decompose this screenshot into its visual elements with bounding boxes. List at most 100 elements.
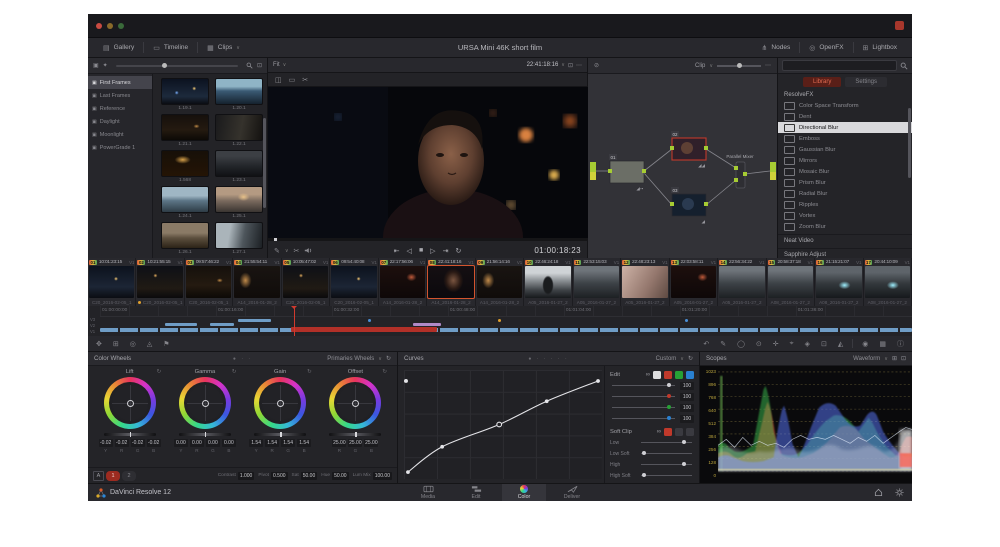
openfx-item[interactable]: Dent [778,111,912,122]
viewer-scrub-bar[interactable] [268,238,587,241]
clip-thumbnail[interactable] [477,266,522,298]
curve-graph[interactable] [398,366,604,483]
auto-grade-icon[interactable]: ◬ [147,340,152,348]
clip-item[interactable]: 16 21:15:21:07 V1 A08_2016-01-27_2 [815,258,863,306]
wheel-ring[interactable] [329,377,381,429]
gallery-still[interactable]: 1.23.1 [212,150,266,183]
still-thumbnail[interactable] [161,78,209,105]
v2-clip-segment[interactable] [413,323,441,326]
pan-tool-icon[interactable]: ✥ [96,340,102,348]
tab-deliver[interactable]: Deliver [550,484,594,502]
wheel-value[interactable]: -0.02 [147,439,161,447]
curves-mode-dropdown[interactable]: Custom [656,356,677,362]
openfx-search-input[interactable] [782,60,897,71]
wheel-value[interactable]: 0.00 [206,439,220,447]
album-item[interactable]: ▣ Daylight [88,115,152,128]
gallery-toggle-button[interactable]: ▤ Gallery [94,38,143,57]
node-01[interactable]: ◢◦▪ [608,161,646,191]
album-item[interactable]: ▣ Last Frames [88,89,152,102]
clip-item[interactable]: 10 22:46:24:18 V1 A05_2016-01-27_2 [524,258,572,306]
clip-item[interactable]: 01 10:01:23:15 V1 C20_2016-02-05_1 [88,258,136,306]
openfx-section-label[interactable]: ResolveFX [778,89,912,100]
wheel-handle[interactable] [277,400,284,407]
clip-item[interactable]: 07 22:17:56:06 V1 A14_2016-01-28_2 [379,258,427,306]
timeline-filter-icon[interactable]: ◎ [130,340,136,348]
node-zoom-slider[interactable] [717,65,761,67]
clip-item[interactable]: 12 22:48:23:13 V1 A05_2016-01-27_2 [621,258,669,306]
openfx-toggle-button[interactable]: ◎ OpenFX [800,44,852,52]
clip-thumbnail[interactable] [622,266,667,298]
search-icon[interactable] [246,62,253,69]
gallery-scrollbar[interactable] [263,118,266,208]
grab-still-icon[interactable]: ⊞ [113,340,119,348]
node-input-bar[interactable] [590,162,596,172]
reset-icon[interactable]: ↻ [232,369,237,375]
wheel-value[interactable]: 25.00 [332,439,346,447]
wheel-value[interactable]: 0.00 [190,439,204,447]
channel-gain-slider[interactable] [612,396,675,397]
power-window-icon[interactable]: ◯ [737,340,745,348]
clip-thumbnail[interactable] [428,266,473,298]
play-icon[interactable]: ▷ [430,247,435,255]
album-item[interactable]: ▣ Reference [88,102,152,115]
album-item[interactable]: ▣ PowerGrade 1 [88,141,152,154]
curves-tool-icon[interactable]: ↶ [703,340,709,348]
softclip-slider[interactable] [641,475,692,476]
clip-item[interactable]: 13 22:03:58:11 V1 A05_2016-01-27_2 [670,258,718,306]
param-value[interactable]: 50.00 [332,472,349,480]
tab-settings[interactable]: Settings [845,77,887,87]
clip-item[interactable]: 03 09:57:46:22 V1 C20_2016-02-05_1 [185,258,233,306]
thumbnail-size-slider[interactable] [116,65,238,67]
memory-button[interactable]: 2 [122,471,136,481]
wheel-handle[interactable] [202,400,209,407]
openfx-item[interactable]: Radial Blur [778,188,912,199]
still-thumbnail[interactable] [215,78,263,105]
node-02-selected[interactable]: ◢◢ [670,138,708,168]
gallery-still[interactable]: 1.22.1 [212,114,266,147]
clip-thumbnail[interactable] [719,266,764,298]
tab-color[interactable]: Color [502,484,546,502]
clip-thumbnail[interactable] [816,266,861,298]
still-thumbnail[interactable] [215,222,263,249]
curve-svg[interactable] [404,370,602,479]
info-icon[interactable]: ⓘ [897,339,904,349]
openfx-item[interactable]: Emboss [778,133,912,144]
wheel-value[interactable]: 0.00 [174,439,188,447]
clip-thumbnail[interactable] [865,266,910,298]
memory-button[interactable]: A [93,471,104,481]
channel-gain-slider[interactable] [612,407,675,408]
openfx-section-label[interactable]: Neat Video [778,234,912,246]
still-thumbnail[interactable] [215,150,263,177]
still-thumbnail[interactable] [215,114,263,141]
gallery-still[interactable]: 1.21.1 [158,114,212,147]
clip-thumbnail[interactable] [574,266,619,298]
clip-thumbnail[interactable] [768,266,813,298]
softclip-slider[interactable] [641,453,692,454]
gallery-still[interactable]: 1.20.1 [212,78,266,111]
wheel-value[interactable]: 25.00 [348,439,362,447]
clip-item[interactable]: 15 20:58:37:18 V1 A08_2016-01-27_2 [767,258,815,306]
softclip-r-button[interactable] [664,428,672,436]
node-03[interactable]: ◢ [670,194,708,224]
master-wheel-slider[interactable] [254,433,306,436]
gallery-still[interactable]: 1.27.1 [212,222,266,255]
openfx-item[interactable]: Mirrors [778,155,912,166]
audio-mute-icon[interactable] [304,247,312,254]
openfx-item[interactable]: Color Space Transform [778,100,912,111]
clip-thumbnail[interactable] [671,266,716,298]
gallery-still[interactable]: 1.26.1 [158,222,212,255]
project-manager-home-icon[interactable] [874,488,883,497]
scope-type-dropdown[interactable]: Waveform [853,356,880,362]
openfx-item[interactable]: Ripples [778,199,912,210]
jump-end-icon[interactable]: ⇥ [443,247,449,255]
memory-button[interactable]: 1 [106,471,120,481]
stills-view-icon[interactable]: ▣ [93,62,99,69]
master-wheel-slider[interactable] [329,433,381,436]
blue-marker-icon[interactable] [685,319,688,322]
flag-icon[interactable]: ⚑ [163,340,169,348]
orange-marker-icon[interactable] [498,319,501,322]
master-wheel-slider[interactable] [179,433,231,436]
sizing-icon[interactable]: ⊡ [821,340,827,348]
gang-link-icon[interactable]: ∞ [646,372,650,378]
param-value[interactable]: 50.00 [301,472,318,480]
